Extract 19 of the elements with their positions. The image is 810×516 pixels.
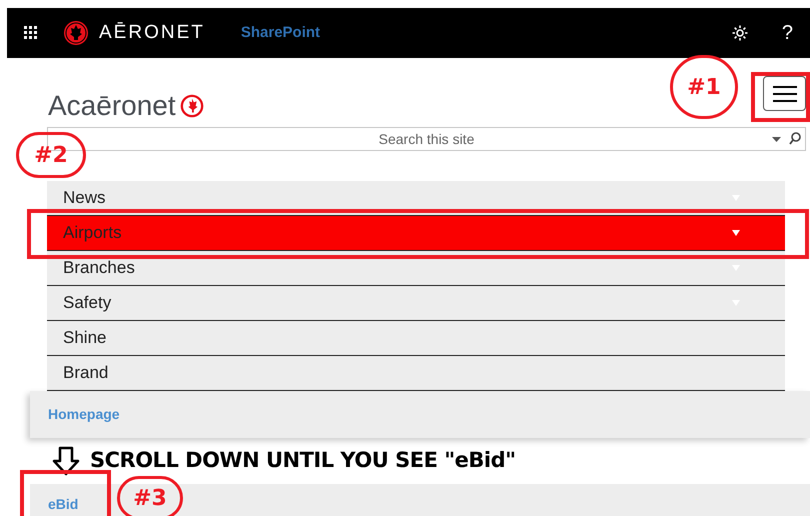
help-icon[interactable]: ? <box>782 18 793 48</box>
site-logo-text[interactable]: Acaēronet <box>48 92 176 122</box>
down-arrow-icon <box>52 446 80 476</box>
maple-leaf-logo-icon <box>63 20 89 46</box>
caret-icon[interactable] <box>732 230 740 236</box>
app-name[interactable]: SharePoint <box>240 22 320 44</box>
settings-icon[interactable] <box>730 24 749 42</box>
step-number: #1 <box>670 55 738 119</box>
brand-name[interactable]: AĒRONET <box>99 18 205 48</box>
maple-leaf-logo-icon <box>180 94 204 118</box>
search-icon[interactable] <box>789 132 801 145</box>
instruction-text: SCROLL DOWN UNTIL YOU SEE "eBid" <box>90 447 516 474</box>
menu-button[interactable] <box>763 76 806 111</box>
highlight-frame <box>751 72 810 122</box>
app-launcher-icon[interactable] <box>24 26 38 40</box>
step-number: #3 <box>117 476 183 516</box>
caret-icon[interactable] <box>772 137 781 142</box>
step-number: #2 <box>16 132 86 178</box>
nav-menu-item[interactable]: Airports <box>47 216 785 251</box>
